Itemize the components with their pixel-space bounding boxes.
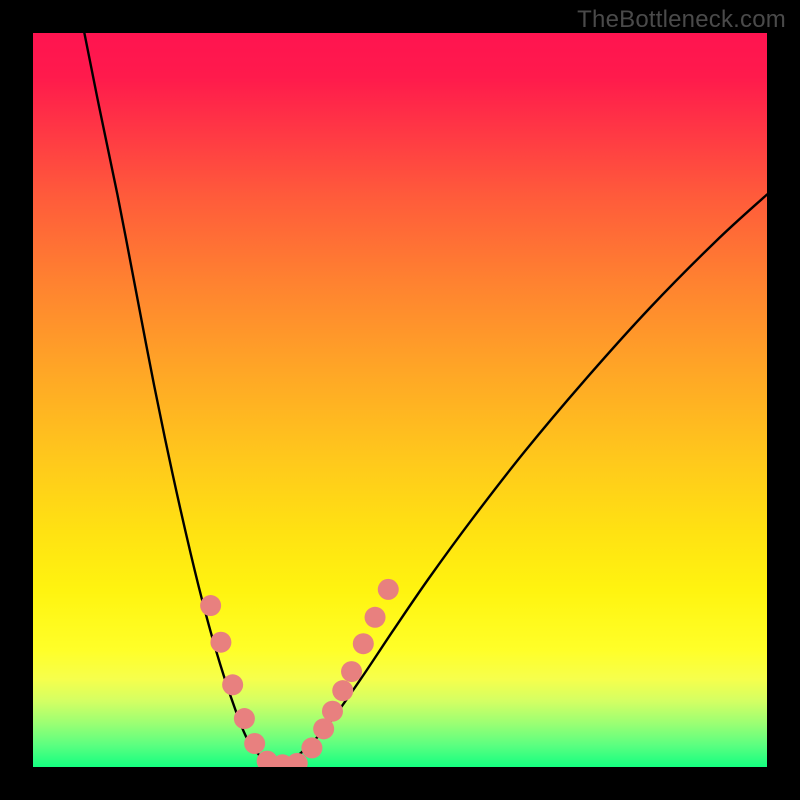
marker-dot — [301, 737, 322, 758]
marker-dot — [322, 701, 343, 722]
markers-group — [200, 579, 399, 767]
chart-frame: TheBottleneck.com — [0, 0, 800, 800]
marker-dot — [222, 674, 243, 695]
marker-dot — [210, 632, 231, 653]
marker-dot — [341, 661, 362, 682]
watermark-text: TheBottleneck.com — [577, 6, 786, 34]
marker-dot — [365, 607, 386, 628]
marker-dot — [378, 579, 399, 600]
markers-layer — [33, 33, 767, 767]
marker-dot — [234, 708, 255, 729]
marker-dot — [353, 633, 374, 654]
marker-dot — [332, 680, 353, 701]
marker-dot — [244, 733, 265, 754]
marker-dot — [200, 595, 221, 616]
